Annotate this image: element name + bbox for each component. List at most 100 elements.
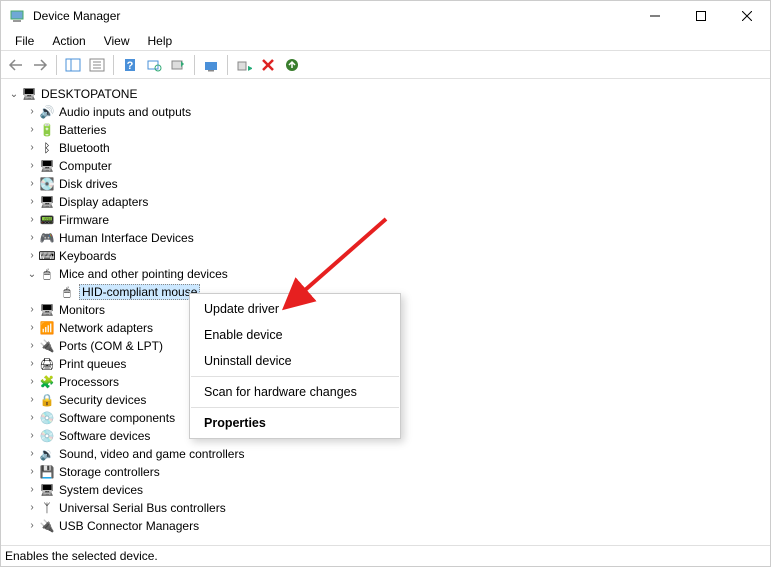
tree-node-label: Disk drives (59, 177, 118, 191)
chevron-right-icon[interactable]: › (25, 230, 39, 244)
tree-node-label: Audio inputs and outputs (59, 105, 191, 119)
toolbar-separator (227, 55, 228, 75)
tree-node[interactable]: ›🖥Display adapters (5, 193, 766, 211)
help-button[interactable]: ? (119, 54, 141, 76)
usbconn-icon: 🔌 (39, 518, 55, 534)
svg-text:?: ? (127, 60, 134, 72)
chevron-right-icon[interactable]: › (25, 410, 39, 424)
chevron-right-icon[interactable]: › (25, 212, 39, 226)
chevron-right-icon[interactable]: › (25, 428, 39, 442)
tree-node-label: Sound, video and game controllers (59, 447, 244, 461)
menu-file[interactable]: File (6, 32, 43, 50)
system-icon: 🖥 (39, 482, 55, 498)
tree-node[interactable]: ›🔉Sound, video and game controllers (5, 445, 766, 463)
back-button[interactable] (5, 54, 27, 76)
menu-view[interactable]: View (95, 32, 139, 50)
chevron-right-icon[interactable]: › (25, 518, 39, 532)
software-icon: 💿 (39, 410, 55, 426)
context-menu: Update driverEnable deviceUninstall devi… (189, 293, 401, 439)
uninstall-button[interactable] (257, 54, 279, 76)
tree-leaf-label: HID-compliant mouse (79, 284, 200, 300)
tree-node[interactable]: ›🖥Computer (5, 157, 766, 175)
tree-node-label: Security devices (59, 393, 146, 407)
tree-node[interactable]: ›🔌 USB Connector Managers (5, 517, 766, 535)
cpu-icon: 🧩 (39, 374, 55, 390)
storage-icon: 💾 (39, 464, 55, 480)
tree-node-label: System devices (59, 483, 143, 497)
show-hide-tree-button[interactable] (62, 54, 84, 76)
context-menu-separator (191, 407, 399, 408)
toolbar-separator (113, 55, 114, 75)
chevron-right-icon[interactable]: › (25, 158, 39, 172)
chevron-right-icon[interactable]: › (25, 482, 39, 496)
chevron-right-icon[interactable]: › (25, 194, 39, 208)
tree-node-label: Universal Serial Bus controllers (59, 501, 226, 515)
tree-node-label: Human Interface Devices (59, 231, 194, 245)
enable-button[interactable] (281, 54, 303, 76)
chevron-right-icon[interactable]: › (25, 446, 39, 460)
tree-node[interactable]: ›💽Disk drives (5, 175, 766, 193)
tree-node[interactable]: ›💾Storage controllers (5, 463, 766, 481)
bluetooth-icon: ᛒ (39, 140, 55, 156)
window-title: Device Manager (33, 9, 120, 23)
tree-node[interactable]: ›ᛉUniversal Serial Bus controllers (5, 499, 766, 517)
context-menu-item[interactable]: Uninstall device (190, 348, 400, 374)
context-menu-item[interactable]: Update driver (190, 296, 400, 322)
tree-node-label: Batteries (59, 123, 106, 137)
tree-node[interactable]: ›🔋Batteries (5, 121, 766, 139)
tree-node-label: Mice and other pointing devices (59, 267, 228, 281)
tree-node-label: USB Connector Managers (59, 519, 199, 533)
properties-button[interactable] (86, 54, 108, 76)
app-icon (9, 8, 25, 24)
minimize-button[interactable] (632, 1, 678, 31)
printer-icon: 🖨 (39, 356, 55, 372)
status-text: Enables the selected device. (5, 549, 158, 563)
chevron-down-icon[interactable]: ⌄ (25, 267, 39, 281)
chevron-right-icon[interactable]: › (25, 140, 39, 154)
context-menu-item[interactable]: Enable device (190, 322, 400, 348)
tree-node-label: Software devices (59, 429, 150, 443)
chevron-right-icon[interactable]: › (25, 248, 39, 262)
tree-root[interactable]: ⌄🖥DESKTOPATONE (5, 85, 766, 103)
chevron-right-icon[interactable]: › (25, 320, 39, 334)
monitor-icon: 🖥 (39, 302, 55, 318)
menubar: File Action View Help (1, 31, 770, 51)
chevron-right-icon[interactable]: › (25, 302, 39, 316)
chevron-right-icon[interactable]: › (25, 104, 39, 118)
tree-node[interactable]: ›🎮Human Interface Devices (5, 229, 766, 247)
context-menu-item[interactable]: Properties (190, 410, 400, 436)
chevron-right-icon[interactable]: › (25, 464, 39, 478)
chevron-right-icon[interactable]: › (25, 500, 39, 514)
titlebar: Device Manager (1, 1, 770, 31)
security-icon: 🔒 (39, 392, 55, 408)
display-icon: 🖥 (39, 194, 55, 210)
chevron-right-icon[interactable]: › (25, 374, 39, 388)
close-button[interactable] (724, 1, 770, 31)
tree-node[interactable]: ›📟Firmware (5, 211, 766, 229)
scan-hardware-toolbar-button[interactable] (143, 54, 165, 76)
update-driver-toolbar-button[interactable] (200, 54, 222, 76)
mouse-icon: 🖱 (59, 284, 75, 300)
tree-node-label: Monitors (59, 303, 105, 317)
menu-help[interactable]: Help (139, 32, 182, 50)
keyboard-icon: ⌨ (39, 248, 55, 264)
tree-node[interactable]: ›ᛒBluetooth (5, 139, 766, 157)
chevron-right-icon[interactable]: › (25, 392, 39, 406)
audio-icon: 🔊 (39, 104, 55, 120)
forward-button[interactable] (29, 54, 51, 76)
chevron-right-icon[interactable]: › (25, 122, 39, 136)
tree-node[interactable]: ›⌨ Keyboards (5, 247, 766, 265)
add-legacy-hardware-button[interactable] (167, 54, 189, 76)
tree-node[interactable]: ›🖥 System devices (5, 481, 766, 499)
chevron-down-icon[interactable]: ⌄ (7, 87, 21, 101)
chevron-right-icon[interactable]: › (25, 356, 39, 370)
tree-node[interactable]: ›🔊 Audio inputs and outputs (5, 103, 766, 121)
tree-node-label: Keyboards (59, 249, 116, 263)
chevron-right-icon[interactable]: › (25, 176, 39, 190)
context-menu-item[interactable]: Scan for hardware changes (190, 379, 400, 405)
maximize-button[interactable] (678, 1, 724, 31)
tree-node[interactable]: ⌄🖱Mice and other pointing devices (5, 265, 766, 283)
chevron-right-icon[interactable]: › (25, 338, 39, 352)
menu-action[interactable]: Action (43, 32, 94, 50)
remove-device-button[interactable]: ▸ (233, 54, 255, 76)
